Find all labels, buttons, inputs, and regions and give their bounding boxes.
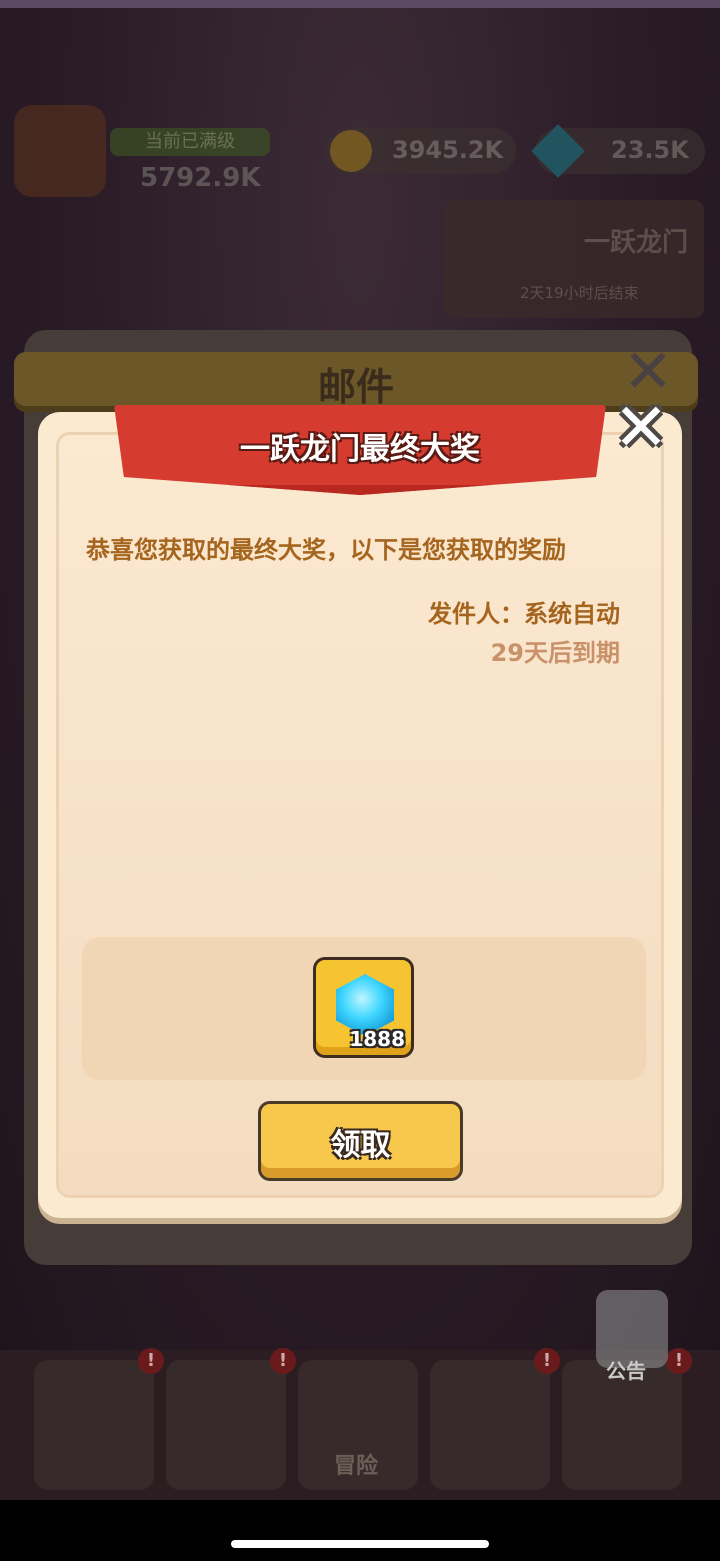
nav-tile-4 — [430, 1360, 550, 1490]
gem-amount: 23.5K — [611, 136, 689, 164]
nav-label-adventure: 冒险 — [334, 1454, 379, 1479]
player-level-label: 当前已满级 — [110, 128, 270, 156]
coin-icon — [330, 130, 372, 172]
alert-badge: ! — [270, 1348, 296, 1374]
mail-header: 邮件 — [14, 352, 698, 412]
event-timer: 2天19小时后结束 — [520, 284, 639, 302]
nav-tile-2 — [166, 1360, 286, 1490]
reward-count: 1888 — [349, 1027, 405, 1051]
player-power: 5792.9K — [140, 163, 261, 193]
mail-expiry: 29天后到期 — [490, 639, 620, 667]
dialog-title: 一跃龙门最终大奖 — [240, 432, 480, 467]
gold-amount: 3945.2K — [392, 136, 504, 164]
home-bar — [0, 1500, 720, 1561]
event-card: 一跃龙门 2天19小时后结束 — [444, 200, 704, 318]
gem-counter: 23.5K — [531, 124, 705, 178]
alert-badge: ! — [534, 1348, 560, 1374]
mail-message: 恭喜您获取的最终大奖，以下是您获取的奖励 — [86, 536, 566, 564]
claim-button-label: 领取 — [330, 1128, 391, 1163]
close-icon[interactable]: ✕ — [608, 395, 674, 462]
alert-badge: ! — [138, 1348, 164, 1374]
player-avatar — [14, 105, 106, 197]
mail-sender: 发件人：系统自动 — [428, 600, 620, 628]
gold-counter: 3945.2K — [326, 128, 516, 174]
claim-button[interactable]: 领取 — [258, 1101, 463, 1181]
reward-item[interactable]: 1888 — [313, 957, 414, 1058]
status-bar — [0, 0, 720, 8]
event-title: 一跃龙门 — [584, 228, 689, 258]
nav-tile-1 — [34, 1360, 154, 1490]
mail-title: 邮件 — [317, 365, 394, 409]
home-indicator[interactable] — [231, 1540, 489, 1548]
notice-label: 公告 — [606, 1359, 646, 1383]
alert-badge: ! — [666, 1348, 692, 1374]
